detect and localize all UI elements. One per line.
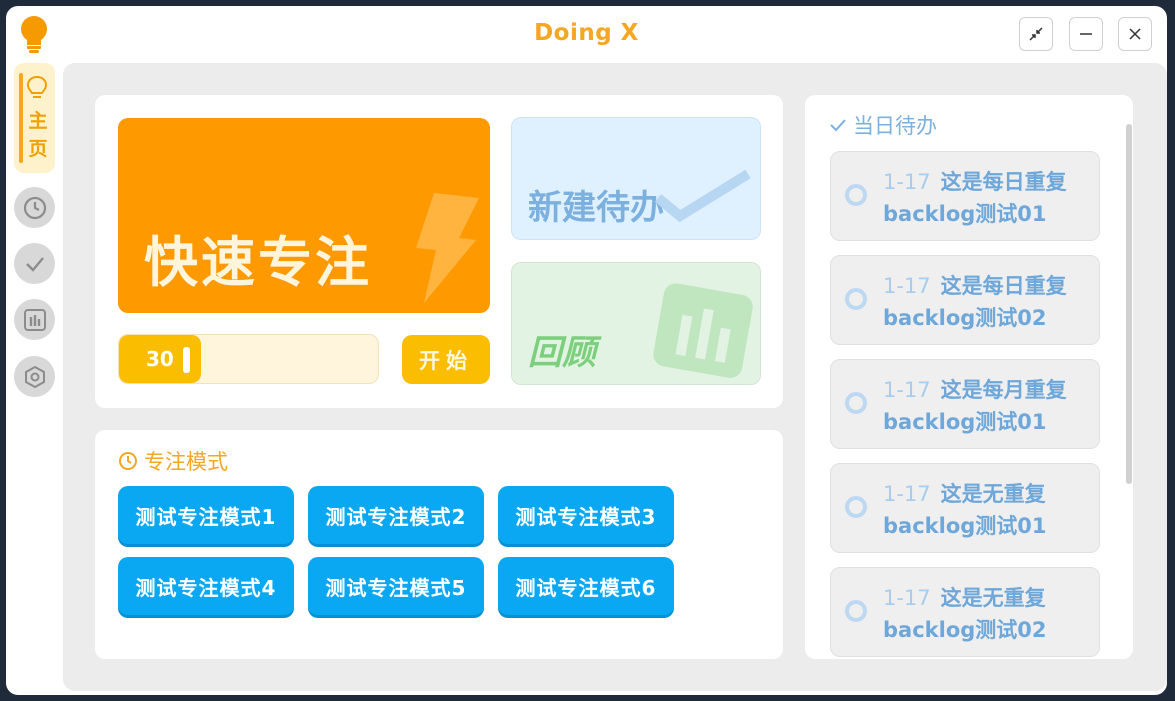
sidebar-item-settings[interactable] (14, 356, 55, 397)
todo-checkbox[interactable] (845, 184, 867, 206)
todo-scrollbar[interactable] (1126, 124, 1132, 484)
todo-text: 1-17 这是每日重复backlog测试01 (883, 166, 1088, 230)
review-button[interactable]: 回顾 (511, 262, 761, 385)
todo-item[interactable]: 1-17 这是每月重复backlog测试01 (830, 359, 1100, 449)
focus-mode-button[interactable]: 测试专注模式5 (308, 557, 484, 615)
sidebar-home-label: 主页 (28, 110, 48, 160)
todo-date: 1-17 (883, 482, 931, 506)
daily-todo-title: 当日待办 (853, 114, 937, 138)
todo-text: 1-17 这是每月重复backlog测试01 (883, 374, 1088, 438)
collapse-icon (1029, 27, 1043, 41)
sidebar-item-todo[interactable] (14, 243, 55, 284)
minimize-icon (1080, 33, 1092, 35)
todo-item[interactable]: 1-17 这是无重复backlog测试02 (830, 567, 1100, 657)
todo-text: 1-17 这是无重复backlog测试02 (883, 582, 1088, 646)
bulb-icon (26, 75, 48, 98)
focus-mode-button[interactable]: 测试专注模式3 (498, 486, 674, 544)
todo-item[interactable]: 1-17 这是每日重复backlog测试02 (830, 255, 1100, 345)
check-icon (830, 119, 846, 132)
new-todo-label: 新建待办 (528, 188, 664, 228)
settings-icon (24, 365, 45, 388)
todo-date: 1-17 (883, 586, 931, 610)
clock-icon (119, 452, 137, 470)
minimize-button[interactable] (1069, 17, 1103, 51)
todo-checkbox[interactable] (845, 288, 867, 310)
focus-mode-button[interactable]: 测试专注模式4 (118, 557, 294, 615)
start-button[interactable]: 开始 (402, 335, 490, 384)
collapse-button[interactable] (1019, 17, 1053, 51)
todo-date: 1-17 (883, 274, 931, 298)
todo-date: 1-17 (883, 170, 931, 194)
todo-checkbox[interactable] (845, 496, 867, 518)
focus-mode-button[interactable]: 测试专注模式1 (118, 486, 294, 544)
chart-watermark-icon (653, 283, 753, 378)
focus-modes-heading: 专注模式 (118, 446, 228, 476)
checkmark-watermark-icon (654, 169, 751, 223)
close-icon (1129, 28, 1141, 40)
todo-item[interactable]: 1-17 这是无重复backlog测试01 (830, 463, 1100, 553)
quick-focus-label: 快速专注 (144, 231, 372, 294)
lightning-icon (416, 193, 479, 303)
focus-mode-button[interactable]: 测试专注模式6 (498, 557, 674, 615)
focus-modes-title: 专注模式 (144, 450, 228, 474)
check-icon (25, 256, 44, 272)
window-title: Doing X (534, 20, 639, 46)
daily-todo-heading: 当日待办 (829, 110, 937, 140)
app-window: Doing X 主页 快速专注 30 开始 新建待办 回顾 专注模式 测试专注模… (6, 6, 1167, 695)
focus-duration-slider[interactable]: 30 (118, 334, 379, 384)
todo-text: 1-17 这是无重复backlog测试01 (883, 478, 1088, 542)
sidebar-item-stats[interactable] (14, 299, 55, 340)
sidebar-item-home[interactable]: 主页 (14, 63, 55, 173)
review-label: 回顾 (528, 333, 596, 373)
todo-date: 1-17 (883, 378, 931, 402)
close-button[interactable] (1118, 17, 1152, 51)
slider-handle[interactable] (183, 347, 190, 373)
todo-checkbox[interactable] (845, 600, 867, 622)
todo-checkbox[interactable] (845, 392, 867, 414)
focus-minutes-value: 30 (146, 347, 174, 371)
focus-mode-button[interactable]: 测试专注模式2 (308, 486, 484, 544)
todo-text: 1-17 这是每日重复backlog测试02 (883, 270, 1088, 334)
clock-icon (23, 196, 46, 219)
new-todo-button[interactable]: 新建待办 (511, 117, 761, 240)
sidebar-item-history[interactable] (14, 187, 55, 228)
todo-item[interactable]: 1-17 这是每日重复backlog测试01 (830, 151, 1100, 241)
quick-focus-button[interactable]: 快速专注 (118, 118, 490, 313)
chart-icon (23, 308, 46, 331)
active-indicator (19, 73, 23, 163)
